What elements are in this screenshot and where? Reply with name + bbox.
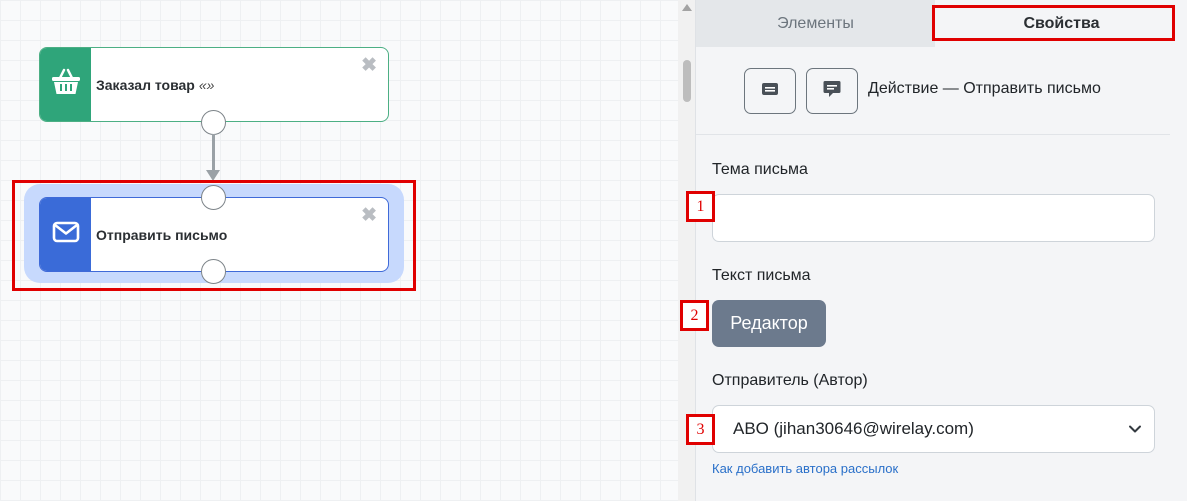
scrollbar-thumb[interactable] <box>683 60 691 102</box>
comment-button[interactable] <box>806 68 858 114</box>
properties-panel: Элементы Свойства Действие — Отправить п… <box>680 0 1187 501</box>
basket-icon <box>51 68 81 101</box>
close-icon[interactable]: ✖ <box>361 56 377 75</box>
sender-select[interactable]: ABO (jihan30646@wirelay.com) <box>712 405 1155 453</box>
body-label: Текст письма <box>712 267 811 284</box>
connector-line <box>212 134 215 174</box>
marker-1: 1 <box>686 191 715 222</box>
tab-elements[interactable]: Элементы <box>696 0 935 47</box>
editor-button[interactable]: Редактор <box>712 300 826 347</box>
sender-value: ABO (jihan30646@wirelay.com) <box>733 419 974 438</box>
marker-2: 2 <box>680 300 709 331</box>
chevron-down-icon <box>1128 421 1142 441</box>
highlight-box-properties-tab <box>932 5 1175 41</box>
subject-input[interactable] <box>712 194 1155 242</box>
sender-label: Отправитель (Автор) <box>712 372 868 389</box>
node-title-text: Заказал товар <box>96 76 195 93</box>
comment-icon <box>823 80 841 103</box>
node-title: Заказал товар «» <box>91 48 214 121</box>
help-link-add-author[interactable]: Как добавить автора рассылок <box>712 461 898 476</box>
subject-label: Тема письма <box>712 161 808 178</box>
message-button[interactable] <box>744 68 796 114</box>
action-title: Действие — Отправить письмо <box>868 80 1101 97</box>
output-port[interactable] <box>201 110 226 135</box>
node-icon-panel <box>40 48 91 121</box>
highlight-box-node <box>12 180 416 291</box>
divider <box>696 134 1170 135</box>
node-title-quote: «» <box>198 76 215 93</box>
marker-3: 3 <box>686 414 715 445</box>
message-icon <box>761 82 779 101</box>
scroll-up-icon[interactable] <box>682 4 692 11</box>
workflow-canvas[interactable]: Заказал товар «» ✖ Отправить письмо ✖ <box>0 0 695 501</box>
